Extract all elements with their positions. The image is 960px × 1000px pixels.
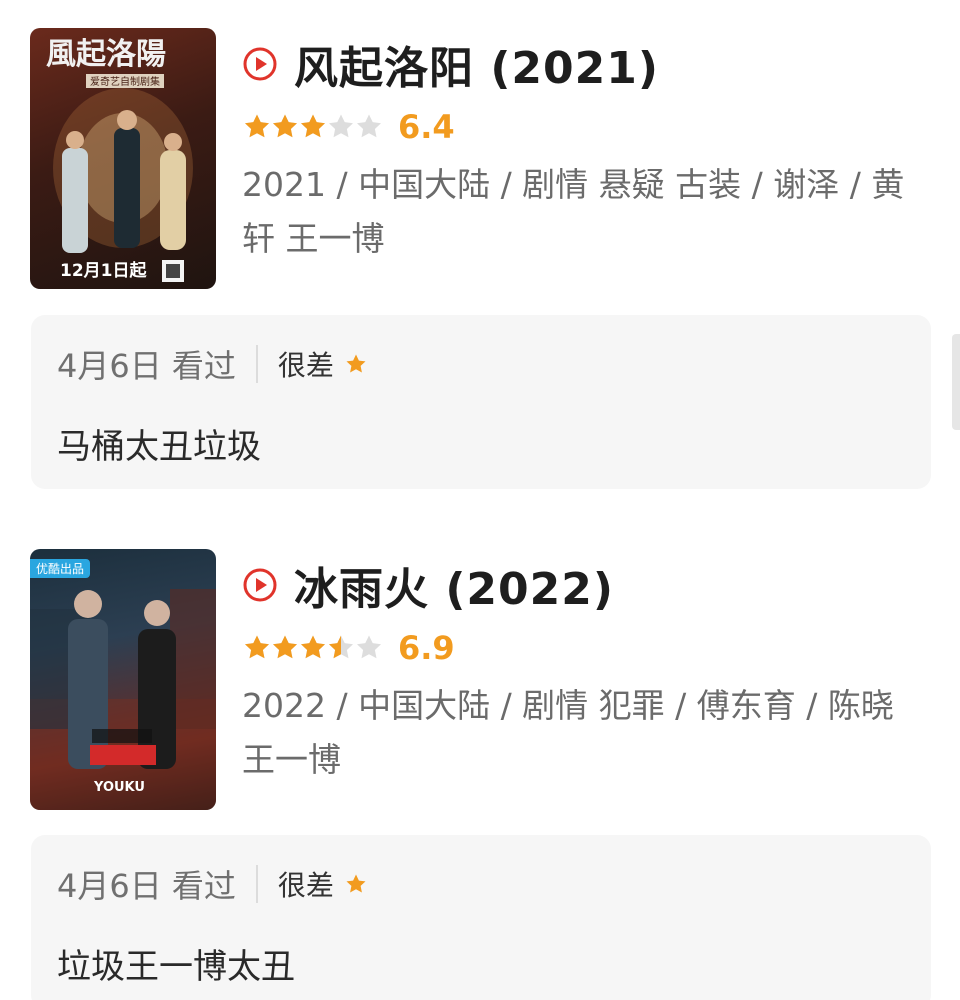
star-icon [245,114,269,138]
play-circle-icon[interactable] [242,46,278,82]
review-text: 垃圾王一博太丑 [57,947,295,987]
movie-meta: 2022 / 中国大陆 / 剧情 犯罪 / 傅东育 / 陈晓 王一博 [242,686,894,779]
title-row[interactable]: 风起洛阳 (2021) [242,28,932,100]
title-row[interactable]: 冰雨火 (2022) [242,549,932,621]
poster-calligraphy: 風起洛陽 [46,37,166,72]
poster-image[interactable]: YOUKU 优酷出品 [30,549,216,810]
review-rating-label: 很差 [277,869,334,902]
poster-art: 風起洛陽 爱奇艺自制剧集 12月1日起 [46,37,193,282]
star-icon [273,114,297,138]
play-circle-icon[interactable] [242,567,278,603]
rating-score: 6.4 [398,108,455,146]
star-icon [346,874,366,893]
star-icon [329,114,353,138]
movie-title[interactable]: 风起洛阳 (2021) [294,32,659,96]
poster-tag: 优酷出品 [30,559,91,578]
review-text: 马桶太丑垃圾 [57,427,261,467]
poster-image[interactable]: 風起洛陽 爱奇艺自制剧集 12月1日起 [30,28,216,289]
item-info: 风起洛阳 (2021) 6.4 2021 / 中国大陆 / 剧情 悬疑 古装 /… [242,28,932,266]
review-header: 4月6日 看过 很差 [57,861,368,907]
star-icon [357,114,381,138]
review-rating-label: 很差 [277,349,334,382]
rating-row: 6.4 [242,100,932,154]
watched-date: 4月6日 看过 [57,347,236,385]
star-icon [357,635,381,659]
star-rating [242,633,382,663]
review-card[interactable]: 4月6日 看过 很差 马桶太丑垃圾 [31,315,931,489]
star-icon [301,114,325,138]
watched-date: 4月6日 看过 [57,867,236,905]
star-rating [242,112,382,142]
review-card[interactable]: 4月6日 看过 很差 垃圾王一博太丑 [31,835,931,1000]
star-icon [301,635,325,659]
star-icon [245,635,269,659]
poster-subtitle: 爱奇艺自制剧集 [90,75,160,88]
rating-row: 6.9 [242,621,932,675]
movie-title[interactable]: 冰雨火 (2022) [294,553,614,617]
scrollbar-thumb[interactable] [952,334,960,430]
review-header: 4月6日 看过 很差 [57,341,368,387]
star-icon [329,635,353,659]
divider [255,865,258,903]
divider [255,345,258,383]
item-info: 冰雨火 (2022) 6.9 2022 / 中国大陆 / 剧情 犯罪 / 傅东育… [242,549,932,787]
rating-score: 6.9 [398,629,455,667]
poster-art: YOUKU [30,589,216,810]
poster-release: 12月1日起 [60,260,147,281]
movie-meta: 2021 / 中国大陆 / 剧情 悬疑 古装 / 谢泽 / 黄轩 王一博 [242,165,905,258]
star-icon [273,635,297,659]
watched-list: 風起洛陽 爱奇艺自制剧集 12月1日起 风起洛阳 (2021) 6.4 2021 [0,0,960,1000]
poster-logo: YOUKU [93,780,145,795]
star-icon [346,354,366,373]
